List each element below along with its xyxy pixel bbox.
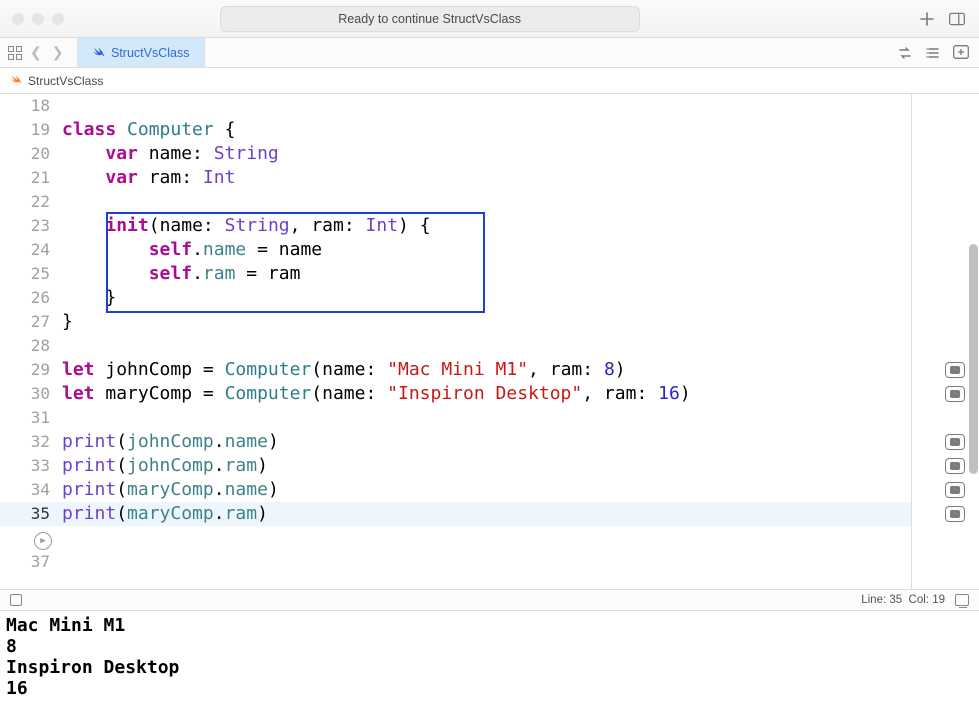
code-line[interactable]: 24 self.name = name xyxy=(0,238,911,262)
code-line[interactable]: 26 } xyxy=(0,286,911,310)
code-line[interactable]: 30let maryComp = Computer(name: "Inspiro… xyxy=(0,382,911,406)
related-items-icon[interactable] xyxy=(8,46,22,60)
line-number: 37 xyxy=(0,550,62,574)
tab-bar: ❮ ❯ StructVsClass xyxy=(0,38,979,68)
result-indicator[interactable] xyxy=(945,386,965,402)
code-line[interactable]: 25 self.ram = ram xyxy=(0,262,911,286)
add-editor-icon[interactable] xyxy=(953,45,969,61)
code-line[interactable]: 32print(johnComp.name) xyxy=(0,430,911,454)
line-number: 35 xyxy=(0,502,62,526)
run-button[interactable]: ▶ xyxy=(34,532,52,550)
nav-back-button[interactable]: ❮ xyxy=(28,44,44,61)
line-number: 31 xyxy=(0,406,62,430)
line-number: 32 xyxy=(0,430,62,454)
breadcrumb[interactable]: StructVsClass xyxy=(0,68,979,94)
line-number: 27 xyxy=(0,310,62,334)
line-number: 34 xyxy=(0,478,62,502)
line-number: 19 xyxy=(0,118,62,142)
line-number: 21 xyxy=(0,166,62,190)
code-line[interactable]: 22 xyxy=(0,190,911,214)
line-number: 18 xyxy=(0,94,62,118)
result-indicator[interactable] xyxy=(945,434,965,450)
line-number: 22 xyxy=(0,190,62,214)
status-bar: Line: 35 Col: 19 xyxy=(0,589,979,611)
result-indicator[interactable] xyxy=(945,362,965,378)
code-line[interactable]: 18 xyxy=(0,94,911,118)
close-window-icon[interactable] xyxy=(12,13,24,25)
line-number: 26 xyxy=(0,286,62,310)
navigator-controls: ❮ ❯ xyxy=(0,38,78,67)
result-indicator[interactable] xyxy=(945,458,965,474)
zoom-window-icon[interactable] xyxy=(52,13,64,25)
code-line[interactable]: 33print(johnComp.ram) xyxy=(0,454,911,478)
line-number: 28 xyxy=(0,334,62,358)
line-number: 24 xyxy=(0,238,62,262)
console-output[interactable]: Mac Mini M18Inspiron Desktop16 xyxy=(0,611,979,719)
code-line[interactable]: 28 xyxy=(0,334,911,358)
line-number: 23 xyxy=(0,214,62,238)
line-number: 29 xyxy=(0,358,62,382)
code-line[interactable]: 31 xyxy=(0,406,911,430)
console-line: 8 xyxy=(6,636,973,657)
code-line[interactable]: 20 var name: String xyxy=(0,142,911,166)
swap-icon[interactable] xyxy=(897,45,913,61)
title-status-text: Ready to continue StructVsClass xyxy=(338,12,521,26)
code-line[interactable]: 35print(maryComp.ram) xyxy=(0,502,911,526)
result-indicator[interactable] xyxy=(945,482,965,498)
list-icon[interactable] xyxy=(925,45,941,61)
tab-label: StructVsClass xyxy=(111,46,190,60)
tab-structvsclass[interactable]: StructVsClass xyxy=(78,38,205,67)
console-line: Mac Mini M1 xyxy=(6,615,973,636)
line-number: 30 xyxy=(0,382,62,406)
console-toggle-icon[interactable] xyxy=(955,594,969,606)
code-line[interactable]: 27} xyxy=(0,310,911,334)
code-line[interactable]: 19class Computer { xyxy=(0,118,911,142)
code-line[interactable]: 21 var ram: Int xyxy=(0,166,911,190)
title-status-chip[interactable]: Ready to continue StructVsClass xyxy=(220,6,640,32)
editor-area: 1819class Computer {20 var name: String2… xyxy=(0,94,979,589)
results-sidebar xyxy=(911,94,979,589)
nav-forward-button[interactable]: ❯ xyxy=(50,44,66,61)
line-number: 25 xyxy=(0,262,62,286)
debug-toggle-icon[interactable] xyxy=(10,594,22,606)
line-number: 20 xyxy=(0,142,62,166)
code-line[interactable]: 34print(maryComp.name) xyxy=(0,478,911,502)
cursor-position: Line: 35 Col: 19 xyxy=(861,594,945,606)
console-line: Inspiron Desktop xyxy=(6,657,973,678)
toggle-sidebar-button[interactable] xyxy=(949,11,965,27)
swift-file-icon xyxy=(92,45,105,61)
result-indicator[interactable] xyxy=(945,506,965,522)
swift-file-icon xyxy=(10,73,22,88)
scrollbar[interactable] xyxy=(967,94,979,589)
add-tab-button[interactable] xyxy=(919,11,935,27)
line-number: 33 xyxy=(0,454,62,478)
code-line[interactable]: 23 init(name: String, ram: Int) { xyxy=(0,214,911,238)
console-line: 16 xyxy=(6,678,973,699)
window-titlebar: Ready to continue StructVsClass xyxy=(0,0,979,38)
window-controls[interactable] xyxy=(12,13,64,25)
code-line[interactable]: 29let johnComp = Computer(name: "Mac Min… xyxy=(0,358,911,382)
minimize-window-icon[interactable] xyxy=(32,13,44,25)
breadcrumb-file: StructVsClass xyxy=(28,74,103,88)
code-editor[interactable]: 1819class Computer {20 var name: String2… xyxy=(0,94,911,589)
